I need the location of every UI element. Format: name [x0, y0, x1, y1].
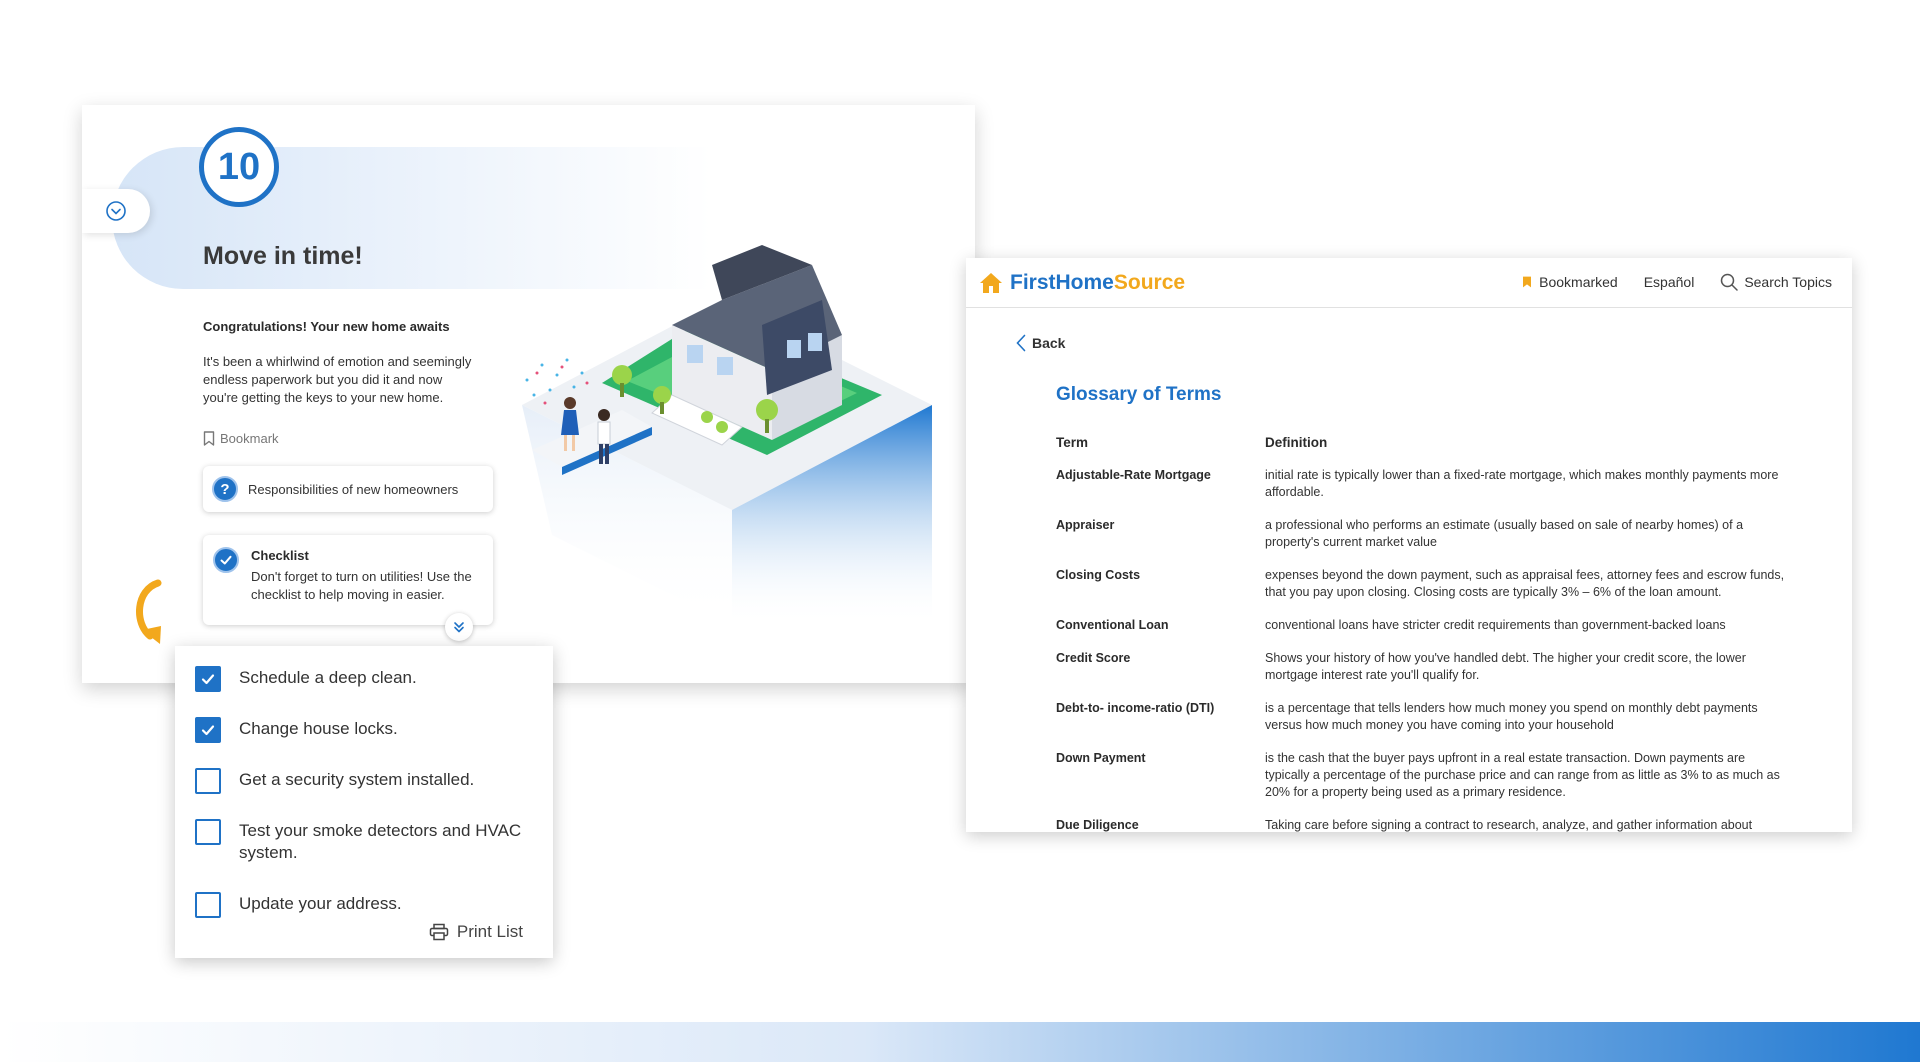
collapse-toggle[interactable]: [82, 189, 150, 233]
printer-icon: [429, 923, 449, 941]
glossary-row: Due Diligence Taking care before signing…: [1056, 817, 1816, 832]
search-icon: [1721, 273, 1739, 291]
checklist-card-title: Checklist: [251, 548, 309, 563]
checklist-item-label: Get a security system installed.: [239, 770, 475, 789]
back-button[interactable]: Back: [1016, 334, 1065, 352]
glossary-term: Credit Score: [1056, 651, 1131, 665]
checklist-panel: Schedule a deep clean. Change house lock…: [175, 646, 553, 958]
print-list-button[interactable]: Print List: [429, 922, 523, 942]
checklist-item[interactable]: Get a security system installed.: [195, 768, 539, 794]
intro-text: It's been a whirlwind of emotion and see…: [203, 354, 472, 405]
chevron-down-circle-icon: [106, 201, 126, 221]
glossary-row: Credit Score Shows your history of how y…: [1056, 650, 1816, 684]
glossary-definition: is the cash that the buyer pays upfront …: [1265, 751, 1780, 799]
glossary-definition: initial rate is typically lower than a f…: [1265, 468, 1779, 499]
checkmark-circle-icon: [213, 547, 239, 573]
glossary-definition: is a percentage that tells lenders how m…: [1265, 701, 1758, 732]
glossary-row: Appraiser a professional who performs an…: [1056, 517, 1816, 551]
bookmark-icon: [203, 431, 215, 446]
glossary-window: FirstHomeSource Bookmarked Español Searc…: [966, 258, 1852, 832]
glossary-table: Term Definition Adjustable-Rate Mortgage…: [1056, 434, 1816, 832]
checklist-item-label: Test your smoke detectors and HVAC syste…: [239, 821, 522, 862]
checkbox-checked[interactable]: [195, 666, 221, 692]
back-label: Back: [1032, 335, 1066, 351]
glossary-term: Adjustable-Rate Mortgage: [1056, 468, 1211, 482]
glossary-row: Down Payment is the cash that the buyer …: [1056, 750, 1816, 801]
site-nav: Bookmarked Español Search Topics: [1521, 273, 1832, 291]
checkbox-unchecked[interactable]: [195, 768, 221, 794]
glossary-term: Closing Costs: [1056, 568, 1141, 582]
site-header: FirstHomeSource Bookmarked Español Searc…: [966, 258, 1852, 308]
bottom-gradient-band: [0, 1022, 1920, 1062]
bookmark-label: Bookmark: [220, 431, 279, 446]
site-logo[interactable]: FirstHomeSource: [978, 270, 1185, 296]
glossary-definition: expenses beyond the down payment, such a…: [1265, 568, 1785, 599]
bookmark-button[interactable]: Bookmark: [203, 431, 279, 446]
print-list-label: Print List: [456, 922, 523, 941]
intro-heading: Congratulations! Your new home awaits: [203, 319, 450, 334]
glossary-definition: conventional loans have stricter credit …: [1265, 618, 1726, 632]
glossary-term: Due Diligence: [1056, 818, 1139, 832]
nav-search[interactable]: Search Topics: [1720, 273, 1832, 291]
glossary-header-row: Term Definition: [1056, 434, 1816, 451]
expand-checklist-button[interactable]: [445, 613, 473, 641]
glossary-title: Glossary of Terms: [1056, 384, 1222, 405]
responsibilities-card[interactable]: ? Responsibilities of new homeowners: [203, 466, 493, 512]
double-chevron-down-icon: [454, 622, 464, 633]
glossary-row: Adjustable-Rate Mortgage initial rate is…: [1056, 467, 1816, 501]
checkbox-unchecked[interactable]: [195, 892, 221, 918]
checklist-item[interactable]: Change house locks.: [195, 717, 539, 743]
glossary-row: Closing Costs expenses beyond the down p…: [1056, 567, 1816, 601]
checklist-card[interactable]: Checklist Don't forget to turn on utilit…: [203, 535, 493, 625]
nav-bookmarked-label: Bookmarked: [1539, 274, 1618, 290]
nav-bookmarked[interactable]: Bookmarked: [1521, 274, 1618, 290]
checklist-item-label: Update your address.: [239, 894, 402, 913]
house-illustration: [522, 245, 932, 625]
definition-column-header: Definition: [1265, 435, 1328, 450]
checklist-item[interactable]: Test your smoke detectors and HVAC syste…: [195, 819, 539, 864]
glossary-term: Debt-to- income-ratio (DTI): [1056, 701, 1215, 715]
checkbox-checked[interactable]: [195, 717, 221, 743]
glossary-row: Debt-to- income-ratio (DTI) is a percent…: [1056, 700, 1816, 734]
checkbox-unchecked[interactable]: [195, 819, 221, 845]
checklist-card-text: Don't forget to turn on utilities! Use t…: [251, 569, 472, 602]
checklist-item-label: Change house locks.: [239, 719, 398, 738]
glossary-row: Conventional Loan conventional loans hav…: [1056, 617, 1816, 634]
checklist-item[interactable]: Update your address.: [195, 892, 539, 918]
bookmark-filled-icon: [1523, 276, 1532, 288]
nav-search-label: Search Topics: [1744, 274, 1832, 290]
term-column-header: Term: [1056, 435, 1089, 450]
page: 10 Move in time! Congratulations! Your n…: [0, 0, 1920, 1062]
step-card: 10 Move in time! Congratulations! Your n…: [82, 105, 975, 683]
house-logo-icon: [980, 273, 1002, 293]
glossary-definition: a professional who performs an estimate …: [1265, 518, 1744, 549]
glossary-definition: Taking care before signing a contract to…: [1265, 818, 1753, 832]
chevron-left-icon: [1016, 334, 1026, 352]
glossary-term: Down Payment: [1056, 751, 1146, 765]
nav-language-label: Español: [1643, 274, 1695, 290]
curved-arrow-icon: [136, 579, 162, 644]
question-icon: ?: [212, 476, 238, 502]
nav-language[interactable]: Español: [1644, 274, 1695, 290]
step-title: Move in time!: [203, 242, 363, 270]
glossary-term: Conventional Loan: [1056, 618, 1169, 632]
step-number-badge: 10: [199, 127, 279, 207]
responsibilities-label: Responsibilities of new homeowners: [248, 481, 459, 497]
glossary-definition: Shows your history of how you've handled…: [1265, 651, 1746, 682]
glossary-term: Appraiser: [1056, 518, 1115, 532]
checklist-item-label: Schedule a deep clean.: [239, 668, 417, 687]
checklist-item[interactable]: Schedule a deep clean.: [195, 666, 539, 692]
